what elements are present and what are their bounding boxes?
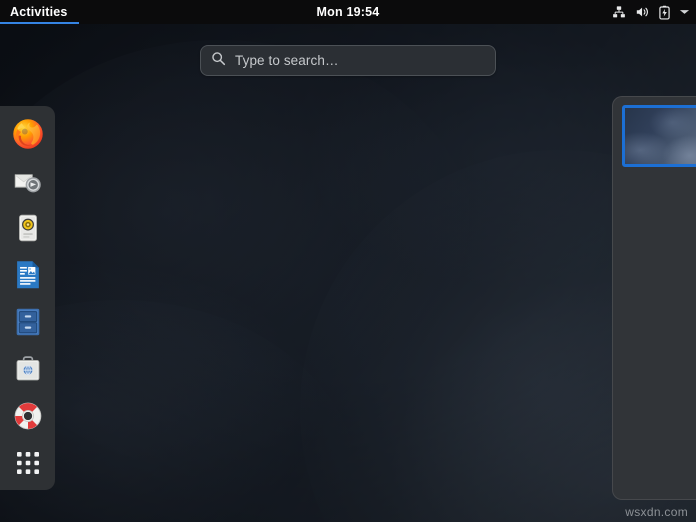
dock-item-help[interactable] <box>8 396 48 436</box>
dock-item-disks[interactable] <box>8 208 48 248</box>
dock-item-software[interactable] <box>8 349 48 389</box>
clock-label[interactable]: Mon 19:54 <box>317 5 380 19</box>
dock-item-writer[interactable] <box>8 255 48 295</box>
app-grid-icon <box>16 452 39 474</box>
overview-dim-overlay <box>0 0 696 522</box>
volume-icon <box>635 5 650 19</box>
battery-charging-icon <box>659 5 670 20</box>
dash-dock <box>0 106 55 490</box>
network-wired-icon <box>612 5 626 19</box>
search-container: Type to search… <box>0 45 696 76</box>
dock-item-evolution[interactable] <box>8 161 48 201</box>
top-bar: Activities Mon 19:54 <box>0 0 696 24</box>
search-placeholder: Type to search… <box>235 53 339 68</box>
search-icon <box>211 51 226 71</box>
show-applications-button[interactable] <box>8 443 48 483</box>
system-status-area[interactable] <box>612 0 690 24</box>
chevron-down-icon[interactable] <box>679 8 690 16</box>
workspace-switcher-panel <box>612 96 696 500</box>
dock-item-firefox[interactable] <box>8 114 48 154</box>
dock-item-files[interactable] <box>8 302 48 342</box>
activities-label: Activities <box>10 5 68 19</box>
workspace-thumbnail-1[interactable] <box>622 105 696 167</box>
activities-button[interactable]: Activities <box>0 0 79 24</box>
activities-active-underline <box>0 22 79 24</box>
workspace-thumbnail-preview <box>625 108 696 164</box>
clock: Mon 19:54 <box>0 5 696 19</box>
desktop-overview: Activities Mon 19:54 Type to search… wsx… <box>0 0 696 522</box>
search-input[interactable]: Type to search… <box>200 45 496 76</box>
